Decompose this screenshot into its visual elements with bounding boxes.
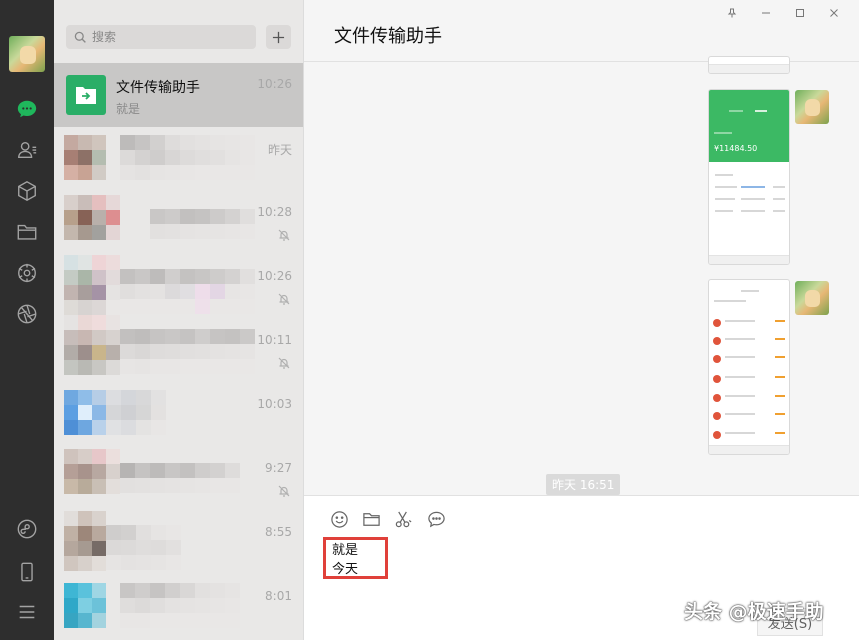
- sidebar-rail: [0, 0, 54, 640]
- maximize-button[interactable]: [783, 4, 817, 22]
- conversation-title: 文件传输助手: [334, 26, 442, 47]
- scissors-icon: [395, 511, 411, 527]
- blurred-text: [120, 583, 240, 628]
- search-input[interactable]: [92, 30, 242, 44]
- search-box[interactable]: [66, 25, 256, 49]
- chat-time: 10:28: [257, 205, 292, 219]
- chat-time: 10:26: [257, 77, 292, 91]
- blurred-avatar: [64, 390, 106, 435]
- blurred-avatar: [64, 315, 120, 375]
- blurred-text: [120, 329, 255, 374]
- chat-time: 9:27: [265, 461, 292, 475]
- chat-list-panel: 文件传输助手 就是 10:26 昨天 10:28: [54, 0, 304, 640]
- aperture-icon[interactable]: [13, 300, 41, 328]
- chat-item-blurred[interactable]: 10:03: [54, 383, 303, 447]
- moments-icon[interactable]: [13, 259, 41, 287]
- chat-time: 昨天: [267, 143, 292, 157]
- blurred-text: [120, 269, 255, 314]
- chat-time: 10:11: [257, 333, 292, 347]
- draft-line: 就是: [332, 543, 359, 558]
- chat-preview: 就是: [116, 102, 141, 116]
- mute-icon: [278, 229, 290, 241]
- avatar[interactable]: [795, 90, 829, 124]
- blurred-text: [106, 525, 181, 570]
- pin-icon: [727, 8, 737, 18]
- blurred-avatar: [64, 195, 120, 240]
- chat-item-blurred[interactable]: 昨天: [54, 127, 303, 191]
- watermark: 头条 @极速手助: [684, 601, 824, 623]
- chat-item-blurred[interactable]: 10:11: [54, 315, 303, 383]
- cube-icon[interactable]: [13, 177, 41, 205]
- screenshot-button[interactable]: [392, 508, 414, 530]
- mini-program-icon[interactable]: [13, 515, 41, 543]
- blurred-avatar: [64, 255, 120, 315]
- pin-button[interactable]: [715, 4, 749, 22]
- minimize-button[interactable]: [749, 4, 783, 22]
- chat-item-blurred[interactable]: 8:55: [54, 511, 303, 575]
- emoji-button[interactable]: [328, 508, 350, 530]
- chat-time: 8:55: [265, 525, 292, 539]
- blurred-avatar: [64, 583, 106, 628]
- blurred-avatar: [64, 135, 106, 180]
- maximize-icon: [796, 9, 804, 17]
- chat-time: 8:01: [265, 589, 292, 603]
- chat-bubble-icon: [427, 511, 445, 527]
- image-message[interactable]: [708, 56, 790, 74]
- message-timestamp: 昨天 16:51: [546, 474, 621, 495]
- menu-icon[interactable]: [13, 598, 41, 626]
- mute-icon: [278, 357, 290, 369]
- mute-icon: [278, 485, 290, 497]
- phone-navbar: [709, 255, 789, 264]
- input-area: 就是 今天 发送(S) 头条 @极速手助: [304, 495, 859, 640]
- blurred-text: [120, 135, 255, 180]
- chat-history-button[interactable]: [425, 508, 447, 530]
- wallet-balance: ¥11484.50: [714, 144, 758, 153]
- chat-item-blurred[interactable]: 10:28: [54, 191, 303, 255]
- mute-icon: [278, 293, 290, 305]
- conversation-pane: 文件传输助手 ¥11484.50 昨天 16:51 就是 今天 发送(S) 头条…: [304, 0, 859, 640]
- chat-item-blurred[interactable]: 9:27: [54, 447, 303, 511]
- blurred-avatar: [64, 511, 106, 571]
- folder-icon[interactable]: [13, 218, 41, 246]
- phone-icon[interactable]: [13, 558, 41, 586]
- chat-item-file-transfer[interactable]: 文件传输助手 就是 10:26: [54, 63, 303, 127]
- close-icon: [830, 9, 838, 17]
- chat-name: 文件传输助手: [116, 80, 200, 96]
- blurred-text: [150, 209, 255, 239]
- blurred-avatar: [64, 449, 120, 494]
- blurred-text: [106, 390, 166, 435]
- chat-time: 10:03: [257, 397, 292, 411]
- plus-icon: [272, 31, 285, 43]
- contacts-icon[interactable]: [13, 136, 41, 164]
- chat-item-blurred[interactable]: 8:01: [54, 575, 303, 639]
- chat-icon[interactable]: [13, 95, 41, 123]
- emoji-icon: [330, 510, 348, 528]
- close-button[interactable]: [817, 4, 851, 22]
- draft-line: 今天: [332, 562, 359, 577]
- file-button[interactable]: [360, 508, 382, 530]
- avatar[interactable]: [9, 36, 45, 72]
- window-controls: [715, 4, 851, 22]
- folder-icon: [362, 512, 380, 526]
- chat-time: 10:26: [257, 269, 292, 283]
- minimize-icon: [762, 12, 770, 14]
- file-transfer-icon: [66, 75, 106, 115]
- image-message[interactable]: [708, 279, 790, 455]
- avatar[interactable]: [795, 281, 829, 315]
- search-icon: [74, 31, 86, 43]
- chat-item-blurred[interactable]: 10:26: [54, 255, 303, 319]
- phone-navbar: [709, 64, 789, 73]
- blurred-text: [120, 463, 240, 493]
- add-button[interactable]: [266, 25, 291, 49]
- phone-navbar: [709, 445, 789, 454]
- conversation-header: 文件传输助手: [304, 0, 859, 62]
- message-draft[interactable]: 就是 今天: [323, 537, 388, 579]
- image-message[interactable]: ¥11484.50: [708, 89, 790, 265]
